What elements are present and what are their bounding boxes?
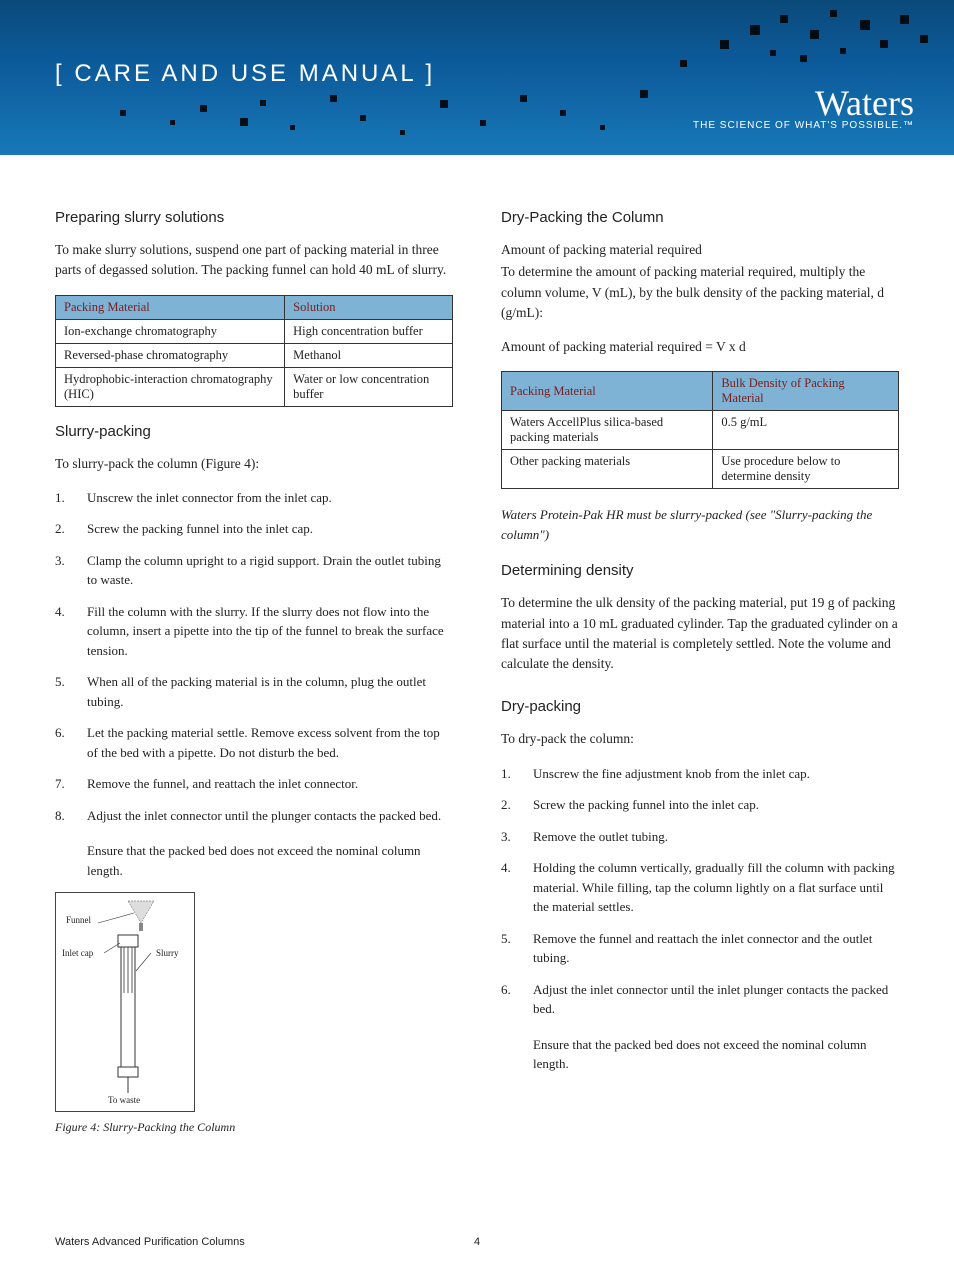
- text-slurry-intro: To make slurry solutions, suspend one pa…: [55, 240, 453, 281]
- heading-dry-packing: Dry-packing: [501, 698, 899, 715]
- page-number: 4: [474, 1236, 480, 1248]
- text-density-procedure: To determine the ulk density of the pack…: [501, 593, 899, 674]
- list-item: Remove the funnel, and reattach the inle…: [55, 774, 453, 794]
- heading-preparing-slurry: Preparing slurry solutions: [55, 209, 453, 226]
- th-bulk-density: Bulk Density of Packing Material: [713, 372, 899, 411]
- th-packing-material: Packing Material: [56, 295, 285, 319]
- list-item: Clamp the column upright to a rigid supp…: [55, 551, 453, 590]
- column-diagram-icon: [56, 893, 196, 1113]
- table-bulk-density: Packing Material Bulk Density of Packing…: [501, 371, 899, 489]
- list-item: Adjust the inlet connector until the plu…: [55, 806, 453, 826]
- text-formula: Amount of packing material required = V …: [501, 337, 899, 357]
- list-dry-pack-steps: Unscrew the fine adjustment knob from th…: [501, 764, 899, 1019]
- list-item: Screw the packing funnel into the inlet …: [501, 795, 899, 815]
- heading-dry-packing-column: Dry-Packing the Column: [501, 209, 899, 226]
- list-item: Let the packing material settle. Remove …: [55, 723, 453, 762]
- fig-label-slurry: Slurry: [156, 948, 179, 958]
- list-item: When all of the packing material is in t…: [55, 672, 453, 711]
- text-packed-bed-note: Ensure that the packed bed does not exce…: [55, 841, 453, 880]
- figure-caption: Figure 4: Slurry-Packing the Column: [55, 1120, 453, 1135]
- list-slurry-steps: Unscrew the inlet connector from the inl…: [55, 488, 453, 826]
- header-brand: Waters THE SCIENCE OF WHAT'S POSSIBLE.™: [693, 82, 914, 131]
- text-amount-required: Amount of packing material required: [501, 240, 899, 260]
- th-packing-material: Packing Material: [502, 372, 713, 411]
- text-packed-bed-note-2: Ensure that the packed bed does not exce…: [501, 1035, 899, 1074]
- table-row: Other packing materials Use procedure be…: [502, 450, 899, 489]
- footer-title: Waters Advanced Purification Columns: [55, 1236, 245, 1248]
- heading-determining-density: Determining density: [501, 562, 899, 579]
- list-item: Adjust the inlet connector until the inl…: [501, 980, 899, 1019]
- page-content: Preparing slurry solutions To make slurr…: [0, 155, 954, 1155]
- list-item: Unscrew the inlet connector from the inl…: [55, 488, 453, 508]
- list-item: Screw the packing funnel into the inlet …: [55, 519, 453, 539]
- brand-logo: Waters: [693, 82, 914, 124]
- left-column: Preparing slurry solutions To make slurr…: [55, 205, 453, 1155]
- header-title: [ CARE AND USE MANUAL ]: [55, 60, 435, 88]
- list-item: Holding the column vertically, gradually…: [501, 858, 899, 917]
- text-protein-pak-note: Waters Protein-Pak HR must be slurry-pac…: [501, 505, 899, 544]
- page-footer: Waters Advanced Purification Columns 4: [55, 1236, 899, 1248]
- right-column: Dry-Packing the Column Amount of packing…: [501, 205, 899, 1155]
- list-item: Fill the column with the slurry. If the …: [55, 602, 453, 661]
- table-row: Waters AccellPlus silica-based packing m…: [502, 411, 899, 450]
- heading-slurry-packing: Slurry-packing: [55, 423, 453, 440]
- page-header: [ CARE AND USE MANUAL ] Waters THE SCIEN…: [0, 0, 954, 155]
- list-item: Remove the funnel and reattach the inlet…: [501, 929, 899, 968]
- list-item: Remove the outlet tubing.: [501, 827, 899, 847]
- figure-4: Funnel Inlet cap Slurry To waste: [55, 892, 195, 1112]
- text-slurry-pack-intro: To slurry-pack the column (Figure 4):: [55, 454, 453, 474]
- list-item: Unscrew the fine adjustment knob from th…: [501, 764, 899, 784]
- fig-label-to-waste: To waste: [108, 1095, 140, 1105]
- th-solution: Solution: [285, 295, 453, 319]
- table-row: Reversed-phase chromatography Methanol: [56, 343, 453, 367]
- table-row: Hydrophobic-interaction chromatography (…: [56, 367, 453, 406]
- table-slurry-solutions: Packing Material Solution Ion-exchange c…: [55, 295, 453, 407]
- text-dry-pack-intro: To dry-pack the column:: [501, 729, 899, 749]
- table-row: Ion-exchange chromatography High concent…: [56, 319, 453, 343]
- text-determine-amount: To determine the amount of packing mater…: [501, 262, 899, 323]
- brand-tagline: THE SCIENCE OF WHAT'S POSSIBLE.™: [693, 120, 914, 131]
- fig-label-inlet-cap: Inlet cap: [62, 948, 93, 958]
- fig-label-funnel: Funnel: [66, 915, 91, 925]
